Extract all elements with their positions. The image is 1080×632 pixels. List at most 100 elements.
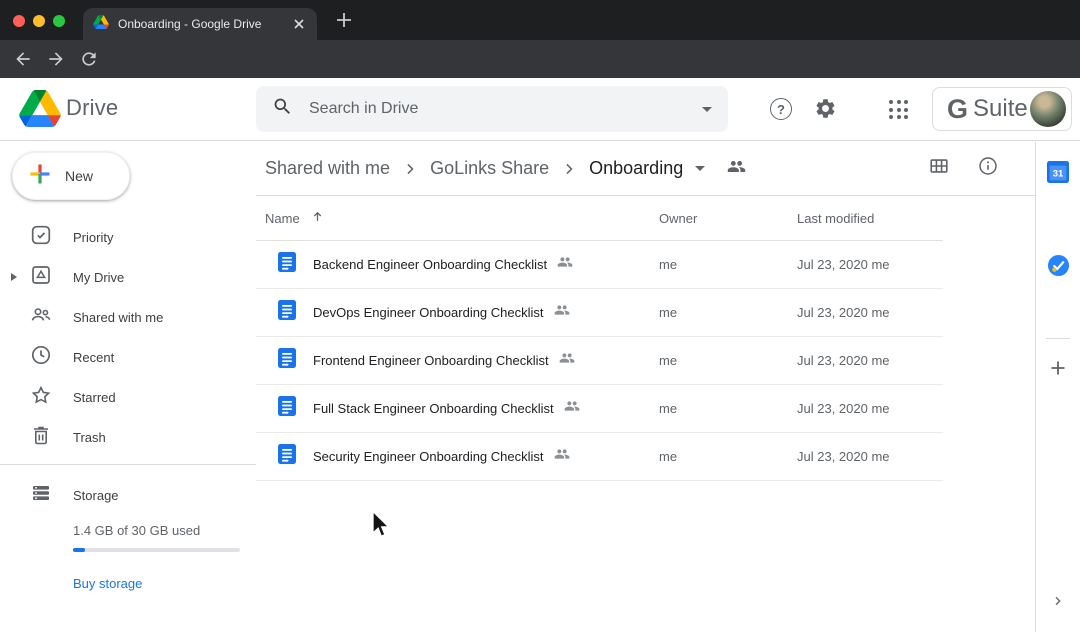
- gsuite-g-logo: G: [947, 94, 968, 125]
- file-modified: Jul 23, 2020 me: [797, 305, 943, 320]
- tasks-icon[interactable]: [1047, 254, 1070, 282]
- column-header-modified[interactable]: Last modified: [797, 211, 943, 226]
- search-input[interactable]: Search in Drive: [256, 86, 728, 132]
- breadcrumb-shared-with-me[interactable]: Shared with me: [265, 158, 390, 179]
- column-header-owner[interactable]: Owner: [659, 211, 797, 226]
- storage-icon: [29, 481, 53, 510]
- minimize-window-button[interactable]: [33, 15, 45, 27]
- tab-close-icon[interactable]: [291, 16, 307, 32]
- forward-icon[interactable]: [46, 49, 66, 69]
- rail-divider: [1046, 338, 1070, 339]
- folder-toolbar: Shared with me GoLinks Share Onboarding: [256, 142, 1035, 196]
- account-avatar[interactable]: [1030, 91, 1066, 127]
- gsuite-account-chip[interactable]: G Suite: [932, 87, 1072, 131]
- file-row[interactable]: Full Stack Engineer Onboarding Checklist…: [256, 385, 943, 433]
- buy-storage-link[interactable]: Buy storage: [73, 576, 142, 591]
- help-glyph: ?: [777, 102, 785, 117]
- new-button[interactable]: New: [12, 152, 130, 200]
- star-icon: [29, 383, 53, 412]
- column-header-name[interactable]: Name: [265, 211, 300, 226]
- sidebar-item-storage[interactable]: Storage: [0, 479, 256, 511]
- calendar-icon[interactable]: 31: [1047, 161, 1069, 188]
- settings-gear-icon[interactable]: [814, 97, 837, 125]
- file-modified: Jul 23, 2020 me: [797, 353, 943, 368]
- collapse-panel-chevron-icon[interactable]: [1050, 593, 1066, 614]
- priority-icon: [29, 223, 53, 252]
- shared-people-icon: [564, 398, 580, 419]
- sidebar-item-label: Trash: [73, 430, 106, 445]
- shared-people-icon: [559, 350, 575, 371]
- google-docs-icon: [278, 300, 296, 325]
- drive-favicon: [93, 15, 109, 34]
- sidebar-item-label: Starred: [73, 390, 116, 405]
- sidebar-item-label: Shared with me: [73, 310, 163, 325]
- sidebar-item-my-drive[interactable]: My Drive: [0, 257, 256, 297]
- sidebar-item-starred[interactable]: Starred: [0, 377, 256, 417]
- calendar-day-label: 31: [1053, 168, 1064, 179]
- shared-people-icon: [554, 302, 570, 323]
- storage-progress-bar: [73, 548, 240, 552]
- file-modified: Jul 23, 2020 me: [797, 257, 943, 272]
- drive-logo[interactable]: [19, 90, 61, 132]
- folder-shared-people-icon: [727, 157, 746, 181]
- file-row[interactable]: Backend Engineer Onboarding Checklist me…: [256, 241, 943, 289]
- back-icon[interactable]: [13, 49, 33, 69]
- new-tab-button[interactable]: [334, 10, 354, 30]
- drive-wordmark: Drive: [66, 95, 118, 121]
- file-owner: me: [659, 257, 797, 272]
- grid-view-icon[interactable]: [928, 155, 950, 182]
- file-row[interactable]: Frontend Engineer Onboarding Checklist m…: [256, 337, 943, 385]
- search-placeholder: Search in Drive: [309, 100, 702, 118]
- file-modified: Jul 23, 2020 me: [797, 401, 943, 416]
- breadcrumb-onboarding[interactable]: Onboarding: [589, 158, 683, 179]
- sidebar-item-label: Priority: [73, 230, 113, 245]
- tab-title: Onboarding - Google Drive: [118, 17, 285, 31]
- google-docs-icon: [278, 252, 296, 277]
- sidebar-item-trash[interactable]: Trash: [0, 417, 256, 457]
- add-addon-button[interactable]: [1048, 358, 1068, 383]
- browser-tab[interactable]: Onboarding - Google Drive: [83, 8, 317, 40]
- sidebar-item-priority[interactable]: Priority: [0, 217, 256, 257]
- reload-icon[interactable]: [79, 49, 99, 69]
- shared-with-me-icon: [29, 303, 53, 332]
- close-window-button[interactable]: [13, 15, 25, 27]
- google-docs-icon: [278, 396, 296, 421]
- google-docs-icon: [278, 444, 296, 469]
- new-plus-icon: [28, 162, 52, 191]
- file-name: Security Engineer Onboarding Checklist: [313, 449, 544, 464]
- browser-window: Onboarding - Google Drive drive.google.c…: [0, 0, 1080, 632]
- file-row[interactable]: DevOps Engineer Onboarding Checklist me …: [256, 289, 943, 337]
- tab-strip: Onboarding - Google Drive: [0, 0, 1080, 40]
- sidebar-item-shared-with-me[interactable]: Shared with me: [0, 297, 256, 337]
- sidebar-item-recent[interactable]: Recent: [0, 337, 256, 377]
- storage-progress-fill: [73, 548, 85, 552]
- trash-icon: [29, 423, 53, 452]
- file-row[interactable]: Security Engineer Onboarding Checklist m…: [256, 433, 943, 481]
- gsuite-wordmark: Suite: [973, 95, 1030, 123]
- apps-grid-icon[interactable]: [889, 100, 908, 119]
- info-icon[interactable]: [977, 155, 999, 182]
- breadcrumb-chevron-icon: [400, 159, 420, 179]
- expand-arrow-icon[interactable]: [11, 273, 17, 281]
- zoom-window-button[interactable]: [53, 15, 65, 27]
- file-modified: Jul 23, 2020 me: [797, 449, 943, 464]
- shared-people-icon: [554, 446, 570, 467]
- folder-menu-caret-icon[interactable]: [695, 166, 705, 171]
- shared-people-icon: [557, 254, 573, 275]
- file-owner: me: [659, 353, 797, 368]
- recent-clock-icon: [29, 343, 53, 372]
- breadcrumb-golinks-share[interactable]: GoLinks Share: [430, 158, 549, 179]
- file-owner: me: [659, 401, 797, 416]
- search-icon[interactable]: [272, 96, 293, 122]
- left-sidebar: New Priority My Drive Shared with: [0, 142, 256, 632]
- storage-label: Storage: [73, 488, 119, 503]
- google-docs-icon: [278, 348, 296, 373]
- help-icon[interactable]: ?: [770, 98, 792, 120]
- new-button-label: New: [65, 168, 93, 184]
- storage-usage-text: 1.4 GB of 30 GB used: [73, 523, 256, 538]
- sort-ascending-icon[interactable]: [310, 209, 325, 227]
- search-options-caret-icon[interactable]: [702, 107, 712, 112]
- sidebar-nav: Priority My Drive Shared with me Recen: [0, 217, 256, 457]
- my-drive-icon: [29, 263, 53, 292]
- file-name: Full Stack Engineer Onboarding Checklist: [313, 401, 554, 416]
